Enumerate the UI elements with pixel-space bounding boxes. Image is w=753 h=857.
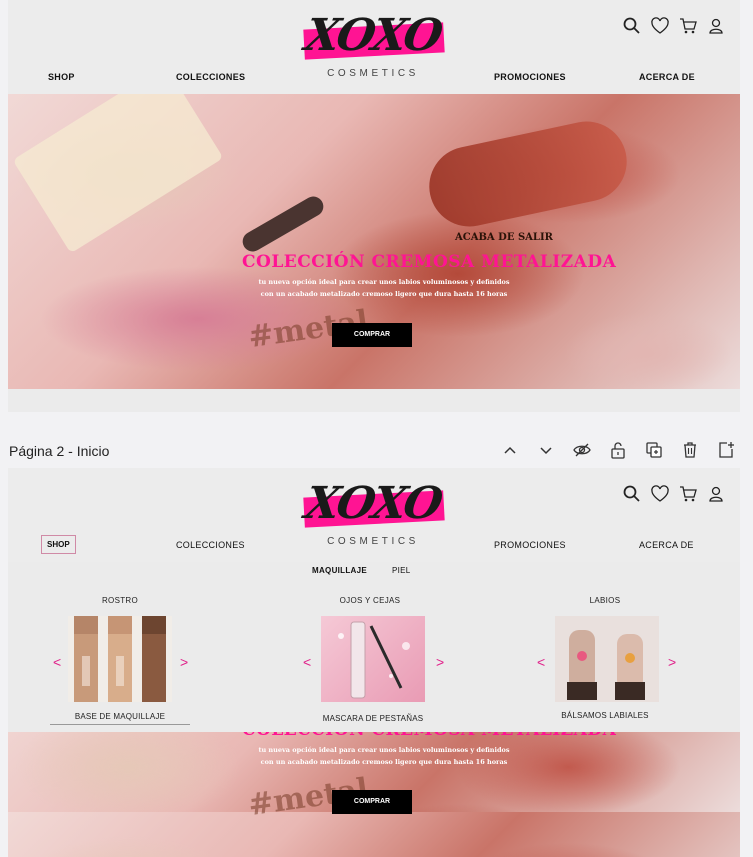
prev-arrow[interactable]: < — [303, 654, 311, 670]
cart-icon[interactable] — [678, 16, 698, 36]
hero-tag: ACABA DE SALIR — [455, 232, 553, 243]
cart-icon[interactable] — [678, 484, 698, 504]
page-toolbar: Página 2 - Inicio — [0, 437, 753, 465]
page-2-canvas: SHOP COLECCIONES PROMOCIONES ACERCA DE X… — [8, 468, 740, 857]
user-icon[interactable] — [706, 16, 726, 36]
foundation-bottles-graphic — [74, 616, 166, 702]
heart-icon[interactable] — [650, 16, 670, 36]
hero-applicator — [12, 94, 224, 254]
next-arrow[interactable]: > — [180, 654, 188, 670]
product-mascara-de-pestanas[interactable]: MASCARA DE PESTAÑAS — [303, 714, 443, 723]
duplicate-icon[interactable] — [644, 440, 664, 460]
hide-icon[interactable] — [572, 440, 592, 460]
lock-icon[interactable] — [608, 440, 628, 460]
chevron-up-icon[interactable] — [500, 440, 520, 460]
hero-title: COLECCIÓN CREMOSA METALIZADA — [242, 732, 616, 740]
hero-description-line-2: con un acabado metalizado cremoso ligero… — [260, 758, 508, 766]
chevron-down-icon[interactable] — [536, 440, 556, 460]
column-heading-rostro: ROSTRO — [101, 596, 139, 605]
nav-colecciones[interactable]: COLECCIONES — [176, 72, 245, 82]
buy-button[interactable]: COMPRAR — [332, 790, 412, 814]
user-icon[interactable] — [706, 484, 726, 504]
subnav-piel[interactable]: PIEL — [392, 566, 411, 575]
nav-acerca-de[interactable]: ACERCA DE — [639, 72, 695, 82]
nav-shop[interactable]: SHOP — [48, 72, 75, 82]
site-header: SHOP COLECCIONES PROMOCIONES ACERCA DE X… — [8, 0, 740, 94]
hero-banner: #metal ACABA DE SALIR COLECCIÓN CREMOSA … — [8, 94, 740, 389]
next-arrow[interactable]: > — [668, 654, 676, 670]
search-icon[interactable] — [622, 484, 642, 504]
prev-arrow[interactable]: < — [53, 654, 61, 670]
page-1-canvas: SHOP COLECCIONES PROMOCIONES ACERCA DE X… — [8, 0, 740, 412]
nav-acerca-de[interactable]: ACERCA DE — [639, 540, 694, 550]
next-arrow[interactable]: > — [436, 654, 444, 670]
header-icons — [622, 484, 726, 504]
hero-lipstick — [421, 114, 635, 234]
subnav-maquillaje[interactable]: MAQUILLAJE — [312, 566, 367, 575]
hero-description-line-1: tu nueva opción ideal para crear unos la… — [258, 278, 510, 286]
logo-subtitle: COSMETICS — [327, 536, 419, 547]
brand-logo[interactable]: XOXO COSMETICS — [298, 478, 448, 548]
brand-logo[interactable]: XOXO COSMETICS — [298, 10, 448, 80]
nav-promociones[interactable]: PROMOCIONES — [494, 72, 566, 82]
search-icon[interactable] — [622, 16, 642, 36]
lip-balm-graphic — [567, 630, 645, 700]
page-title: Página 2 - Inicio — [9, 443, 110, 459]
hero-title: COLECCIÓN CREMOSA METALIZADA — [242, 252, 617, 272]
prev-arrow[interactable]: < — [537, 654, 545, 670]
hero-banner: #metal COLECCIÓN CREMOSA METALIZADA tu n… — [8, 732, 740, 857]
product-balsamos-labiales[interactable]: BÁLSAMOS LABIALES — [535, 711, 675, 720]
hero-description-line-1: tu nueva opción ideal para crear unos la… — [258, 746, 510, 754]
nav-colecciones[interactable]: COLECCIONES — [176, 540, 245, 550]
nav-promociones[interactable]: PROMOCIONES — [494, 540, 566, 550]
heart-icon[interactable] — [650, 484, 670, 504]
buy-button[interactable]: COMPRAR — [332, 323, 412, 347]
logo-wordmark: XOXO — [301, 10, 445, 61]
add-page-icon[interactable] — [716, 440, 736, 460]
lip-balm-image[interactable] — [555, 616, 659, 702]
logo-wordmark: XOXO — [301, 478, 445, 529]
site-header: SHOP COLECCIONES PROMOCIONES ACERCA DE X… — [8, 468, 740, 562]
mega-menu: MAQUILLAJE PIEL ROSTRO < > BASE DE MAQUI… — [8, 562, 740, 732]
column-heading-labios: LABIOS — [589, 596, 621, 605]
logo-subtitle: COSMETICS — [327, 68, 419, 79]
mascara-graphic — [338, 621, 410, 699]
mascara-image[interactable] — [321, 616, 425, 702]
nav-shop[interactable]: SHOP — [41, 535, 76, 554]
product-base-de-maquillaje[interactable]: BASE DE MAQUILLAJE — [50, 712, 190, 725]
header-icons — [622, 16, 726, 36]
column-heading-ojos-y-cejas: OJOS Y CEJAS — [339, 596, 401, 605]
hero-description-line-2: con un acabado metalizado cremoso ligero… — [260, 290, 508, 298]
foundation-image[interactable] — [68, 616, 172, 702]
hero-wand — [239, 192, 327, 256]
trash-icon[interactable] — [680, 440, 700, 460]
